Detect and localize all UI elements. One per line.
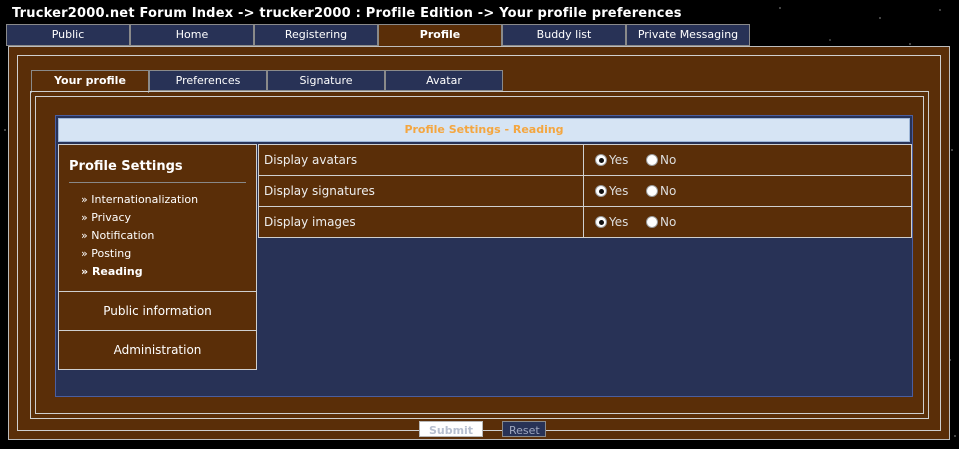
tab-public[interactable]: Public — [6, 24, 130, 46]
display-avatars-no-radio[interactable]: No — [646, 145, 676, 175]
subtab-preferences[interactable]: Preferences — [149, 70, 267, 91]
setting-row-display-avatars: Display avatars Yes No — [259, 145, 911, 176]
setting-row-display-images: Display images Yes No — [259, 207, 911, 237]
sidebar-section-administration[interactable]: Administration — [59, 330, 256, 369]
radio-selected-icon[interactable] — [595, 154, 607, 166]
submit-button[interactable]: Submit — [419, 421, 483, 437]
panel-title: Profile Settings - Reading — [58, 118, 910, 142]
sidebar-menu: » Internationalization » Privacy » Notif… — [81, 191, 198, 281]
option-no-label: No — [660, 215, 677, 229]
subtab-your-profile[interactable]: Your profile — [31, 70, 149, 93]
option-yes-label: Yes — [609, 153, 629, 167]
setting-label: Display images — [264, 215, 356, 229]
column-divider — [583, 207, 584, 237]
option-no-label: No — [660, 153, 677, 167]
sidebar-item-label: Internationalization — [91, 193, 199, 206]
column-divider — [583, 145, 584, 175]
radio-unselected-icon[interactable] — [646, 216, 658, 228]
tab-buddy-list[interactable]: Buddy list — [502, 24, 626, 46]
radio-selected-icon[interactable] — [595, 185, 607, 197]
sidebar-section-public-information[interactable]: Public information — [59, 291, 256, 330]
display-images-no-radio[interactable]: No — [646, 207, 676, 237]
option-no-label: No — [660, 184, 677, 198]
setting-row-display-signatures: Display signatures Yes No — [259, 176, 911, 207]
sidebar-item-internationalization[interactable]: » Internationalization — [81, 191, 198, 209]
display-images-yes-radio[interactable]: Yes — [595, 207, 628, 237]
subtab-avatar[interactable]: Avatar — [385, 70, 503, 91]
setting-label: Display avatars — [264, 153, 358, 167]
sidebar-divider — [69, 182, 246, 183]
sidebar-item-label: Privacy — [91, 211, 132, 224]
sidebar-item-privacy[interactable]: » Privacy — [81, 209, 198, 227]
settings-panel: Profile Settings - Reading Profile Setti… — [55, 115, 913, 437]
tab-home[interactable]: Home — [130, 24, 254, 46]
tab-private-messaging[interactable]: Private Messaging — [626, 24, 750, 46]
settings-table: Display avatars Yes No Display signature… — [258, 144, 912, 238]
setting-label: Display signatures — [264, 184, 375, 198]
profile-container: Your profile Preferences Signature Avata… — [8, 46, 950, 440]
tab-profile[interactable]: Profile — [378, 24, 502, 47]
sidebar-item-label: Posting — [91, 247, 132, 260]
display-signatures-no-radio[interactable]: No — [646, 176, 676, 206]
sidebar-item-label: Reading — [91, 265, 143, 278]
radio-unselected-icon[interactable] — [646, 154, 658, 166]
sidebar-title: Profile Settings — [69, 159, 183, 174]
breadcrumb: Trucker2000.net Forum Index -> trucker20… — [12, 6, 682, 21]
sidebar-item-reading[interactable]: » Reading — [81, 263, 198, 281]
radio-selected-icon[interactable] — [595, 216, 607, 228]
display-avatars-yes-radio[interactable]: Yes — [595, 145, 628, 175]
subtab-signature[interactable]: Signature — [267, 70, 385, 91]
tab-registering[interactable]: Registering — [254, 24, 378, 46]
display-signatures-yes-radio[interactable]: Yes — [595, 176, 628, 206]
sidebar-item-label: Notification — [91, 229, 155, 242]
option-yes-label: Yes — [609, 184, 629, 198]
option-yes-label: Yes — [609, 215, 629, 229]
radio-unselected-icon[interactable] — [646, 185, 658, 197]
reset-button[interactable]: Reset — [502, 421, 546, 437]
column-divider — [583, 176, 584, 206]
settings-sidebar: Profile Settings » Internationalization … — [58, 144, 257, 370]
sidebar-item-posting[interactable]: » Posting — [81, 245, 198, 263]
sidebar-item-notification[interactable]: » Notification — [81, 227, 198, 245]
